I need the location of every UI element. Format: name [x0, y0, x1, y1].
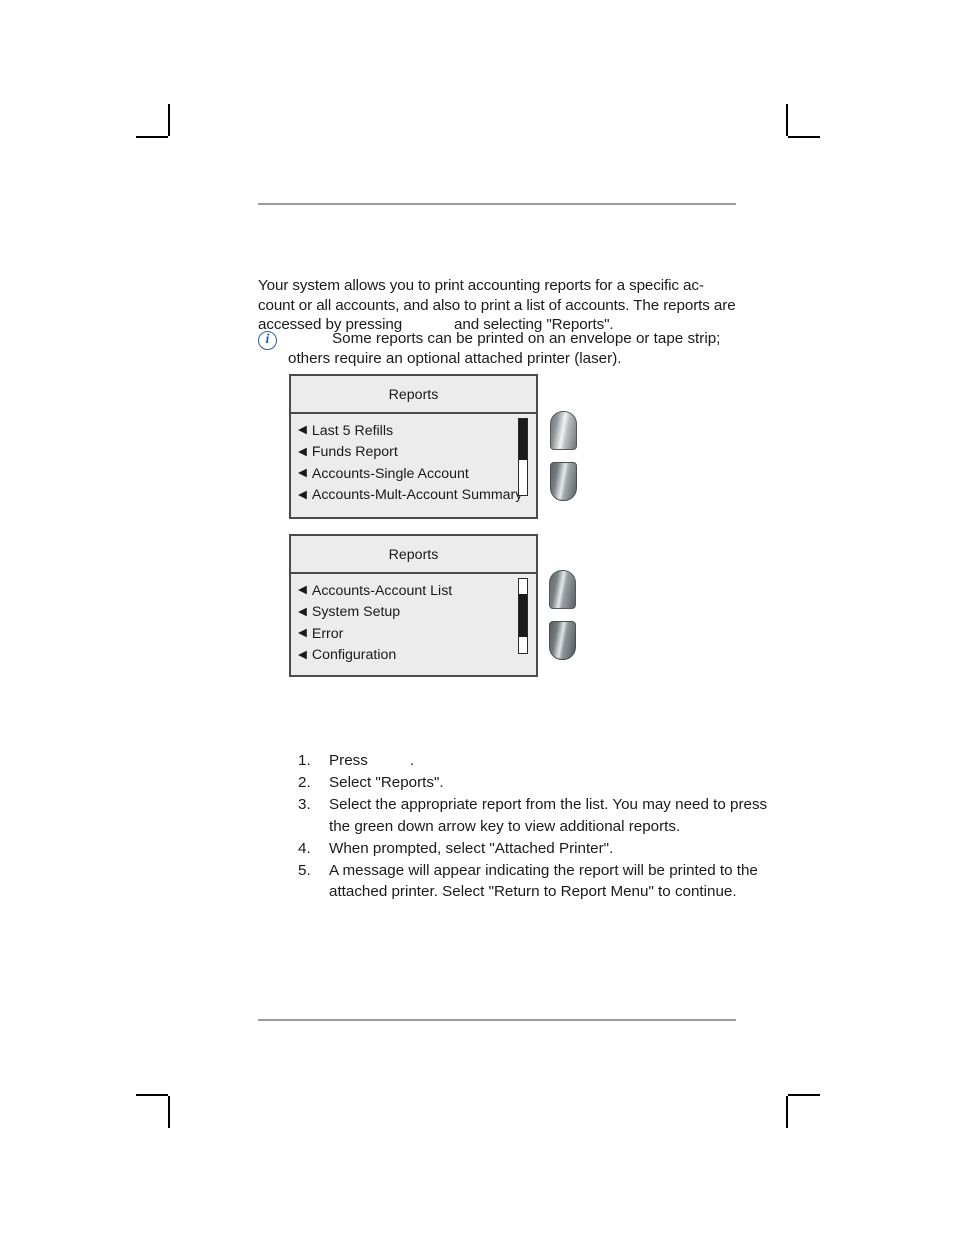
- note-block: i Some reports can be printed on an enve…: [258, 329, 738, 368]
- down-arrow-key[interactable]: [549, 621, 576, 660]
- step-text: When prompted, select "Attached Printer"…: [329, 839, 614, 857]
- lcd-scrollbar[interactable]: [518, 418, 528, 496]
- step-text-before: Press: [329, 752, 368, 770]
- lcd-panel-body: ◀ Accounts-Account List ◀ System Setup ◀…: [291, 574, 536, 675]
- list-item: 2. Select "Reports".: [298, 772, 778, 794]
- menu-item-label: System Setup: [311, 604, 401, 621]
- left-triangle-icon: ◀: [298, 445, 307, 458]
- step-text: Select "Reports".: [329, 774, 444, 792]
- menu-item-label: Accounts-Account List: [311, 582, 453, 599]
- left-triangle-icon: ◀: [298, 605, 307, 618]
- menu-item-label: Funds Report: [311, 444, 398, 461]
- menu-item-label: Last 5 Refills: [311, 422, 394, 439]
- list-item: 1. Press.: [298, 750, 778, 772]
- crop-mark-top-left-horizontal: [136, 136, 168, 138]
- step-number: 2.: [298, 774, 311, 792]
- menu-item-system-setup[interactable]: ◀ System Setup: [291, 602, 536, 624]
- step-text: Press.: [329, 750, 778, 772]
- lcd-scrollbar-thumb[interactable]: [519, 593, 527, 637]
- up-arrow-key[interactable]: [550, 411, 577, 450]
- list-item: 3. Select the appropriate report from th…: [298, 794, 778, 837]
- left-triangle-icon: ◀: [298, 467, 307, 479]
- numbered-steps-list: 1. Press. 2. Select "Reports". 3. Select…: [258, 750, 778, 903]
- note-text-wrapper: Some reports can be printed on an envelo…: [258, 329, 738, 368]
- menu-item-configuration[interactable]: ◀ Configuration: [291, 645, 536, 667]
- menu-item-label: Error: [311, 625, 344, 642]
- menu-item-accounts-single-account[interactable]: ◀ Accounts-Single Account: [291, 463, 536, 485]
- keypad-arrows-page2: [549, 570, 576, 672]
- down-arrow-key[interactable]: [550, 462, 577, 501]
- step-number: 3.: [298, 796, 311, 814]
- intro-paragraph: Your system allows you to print accounti…: [258, 276, 738, 335]
- crop-mark-bottom-right-horizontal: [788, 1094, 820, 1096]
- crop-mark-bottom-right-vertical: [786, 1096, 788, 1128]
- menu-item-accounts-mult-account-summary[interactable]: ◀ Accounts-Mult-Account Summary: [291, 485, 536, 507]
- list-item: 5. A message will appear indicating the …: [298, 860, 778, 903]
- lcd-panel-title: Reports: [291, 376, 536, 414]
- crop-mark-top-left-vertical: [168, 104, 170, 136]
- menu-item-funds-report[interactable]: ◀ Funds Report: [291, 442, 536, 464]
- menu-item-label: Accounts-Single Account: [311, 465, 469, 482]
- header-rule: [258, 203, 736, 205]
- step-text-after: .: [409, 752, 415, 770]
- step-number: 5.: [298, 861, 311, 879]
- step-number: 1.: [298, 752, 311, 770]
- step-text: A message will appear indicating the rep…: [329, 861, 758, 901]
- left-triangle-icon: ◀: [298, 627, 307, 639]
- footer-rule: [258, 1019, 736, 1021]
- lcd-panel-reports-page1: Reports ◀ Last 5 Refills ◀ Funds Report …: [289, 374, 538, 519]
- lcd-panel-body: ◀ Last 5 Refills ◀ Funds Report ◀ Accoun…: [291, 414, 536, 517]
- menu-item-error[interactable]: ◀ Error: [291, 623, 536, 645]
- left-triangle-icon: ◀: [298, 488, 307, 501]
- note-text: Some reports can be printed on an envelo…: [288, 330, 721, 367]
- lcd-panel-reports-page2: Reports ◀ Accounts-Account List ◀ System…: [289, 534, 538, 677]
- lcd-scrollbar[interactable]: [518, 578, 528, 654]
- list-item: 4. When prompted, select "Attached Print…: [298, 838, 778, 860]
- crop-mark-top-right-horizontal: [788, 136, 820, 138]
- left-triangle-icon: ◀: [298, 584, 307, 596]
- menu-item-label: Accounts-Mult-Account Summary: [311, 487, 523, 504]
- left-triangle-icon: ◀: [298, 648, 307, 661]
- left-triangle-icon: ◀: [298, 424, 307, 436]
- crop-mark-top-right-vertical: [786, 104, 788, 136]
- crop-mark-bottom-left-horizontal: [136, 1094, 168, 1096]
- menu-item-last-5-refills[interactable]: ◀ Last 5 Refills: [291, 420, 536, 442]
- lcd-scrollbar-thumb[interactable]: [519, 419, 527, 461]
- crop-mark-bottom-left-vertical: [168, 1096, 170, 1128]
- menu-item-label: Configuration: [311, 647, 397, 664]
- up-arrow-key[interactable]: [549, 570, 576, 609]
- step-text: Select the appropriate report from the l…: [329, 796, 768, 835]
- keypad-arrows-page1: [550, 411, 577, 513]
- info-icon: i: [258, 331, 277, 350]
- lcd-panel-title: Reports: [291, 536, 536, 574]
- step-number: 4.: [298, 839, 311, 857]
- menu-item-accounts-account-list[interactable]: ◀ Accounts-Account List: [291, 580, 536, 602]
